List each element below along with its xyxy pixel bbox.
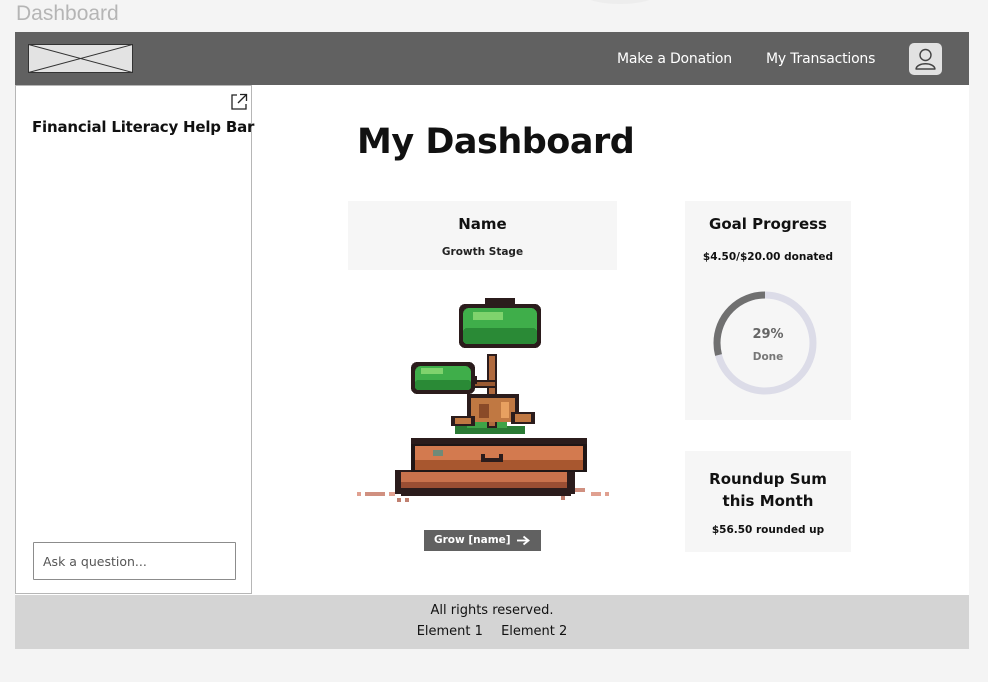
footer-links: Element 1 Element 2 xyxy=(15,624,969,639)
footer-rights: All rights reserved. xyxy=(430,603,554,618)
help-sidebar: Financial Literacy Help Bar xyxy=(15,85,255,594)
grow-button[interactable]: Grow [name] xyxy=(424,530,541,551)
goal-progress-title: Goal Progress xyxy=(709,215,827,233)
ask-question-input[interactable] xyxy=(33,542,236,580)
nav-make-donation[interactable]: Make a Donation xyxy=(617,51,732,67)
arrow-right-icon xyxy=(517,535,530,546)
plant-growth-stage: Growth Stage xyxy=(441,246,524,258)
goal-donated-amount: $4.50/$20.00 donated xyxy=(702,251,834,263)
app-window: Make a Donation My Transactions Financia… xyxy=(15,32,969,649)
footer-link-element-2[interactable]: Element 2 xyxy=(501,624,567,639)
sidebar-title: Financial Literacy Help Bar xyxy=(32,118,255,136)
roundup-title-line2: this Month xyxy=(722,492,814,510)
page-title: My Dashboard xyxy=(357,122,635,162)
top-edge-shape xyxy=(585,0,655,4)
plant-name-card: Name Growth Stage xyxy=(348,201,617,270)
user-icon xyxy=(915,48,936,70)
plant-name: Name xyxy=(458,215,507,233)
goal-percent: 29% xyxy=(752,327,784,342)
external-link-icon[interactable] xyxy=(229,92,249,112)
roundup-amount: $56.50 rounded up xyxy=(711,524,825,536)
footer: All rights reserved. Element 1 Element 2 xyxy=(15,595,969,649)
grow-button-label: Grow [name] xyxy=(434,534,511,546)
avatar-button[interactable] xyxy=(909,43,942,75)
image-placeholder-icon[interactable] xyxy=(28,44,133,73)
goal-done-label: Done xyxy=(752,351,784,363)
progress-ring xyxy=(713,291,817,395)
footer-link-element-1[interactable]: Element 1 xyxy=(417,624,483,639)
frame-title: Dashboard xyxy=(16,2,119,25)
roundup-title: Roundup Sum this Month xyxy=(685,468,851,512)
bonsai-tree-icon xyxy=(357,298,609,502)
navbar: Make a Donation My Transactions xyxy=(15,32,969,85)
goal-progress-card: Goal Progress $4.50/$20.00 donated 29% D… xyxy=(685,201,851,420)
roundup-title-line1: Roundup Sum xyxy=(709,470,827,488)
roundup-card: Roundup Sum this Month $56.50 rounded up xyxy=(685,451,851,552)
nav-my-transactions[interactable]: My Transactions xyxy=(766,51,875,67)
